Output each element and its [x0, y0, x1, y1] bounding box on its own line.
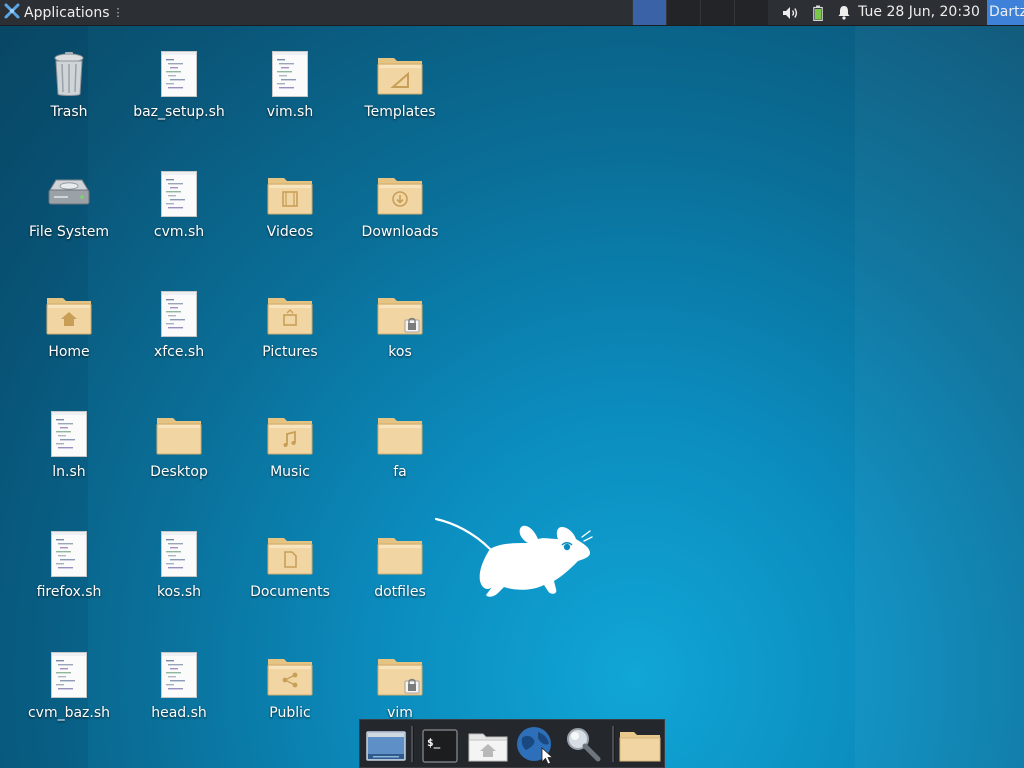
- menu-handle-icon: ⋮: [112, 6, 124, 19]
- folder-button[interactable]: [618, 724, 662, 764]
- folder-icon: [377, 410, 423, 460]
- dock-separator: [612, 726, 615, 762]
- desktop-icon-label: head.sh: [151, 705, 207, 721]
- downloads-folder-icon: [377, 170, 423, 220]
- terminal-prompt: $_: [427, 736, 441, 749]
- script-file-icon: [159, 290, 199, 340]
- desktop-icon-label: xfce.sh: [153, 344, 205, 360]
- documents-folder-icon: [267, 530, 313, 580]
- locked-folder-icon: [377, 290, 423, 340]
- wallpaper-band: [855, 26, 1024, 768]
- desktop-icon-label: vim.sh: [266, 104, 314, 120]
- desktop-icon-label: Documents: [250, 584, 330, 600]
- home-folder-button[interactable]: [466, 724, 510, 764]
- desktop-icon-file-system[interactable]: File System: [14, 170, 124, 270]
- script-file-icon: [49, 530, 89, 580]
- desktop-icon-label: Downloads: [361, 224, 439, 240]
- search-button[interactable]: [562, 724, 606, 764]
- desktop-icon-pictures[interactable]: Pictures: [235, 290, 345, 390]
- desktop-icon-ln-sh[interactable]: ln.sh: [14, 410, 124, 510]
- desktop-icon-label: fa: [393, 464, 407, 480]
- desktop-icon-label: ln.sh: [52, 464, 86, 480]
- desktop-icon-music[interactable]: Music: [235, 410, 345, 510]
- applications-menu-button[interactable]: Applications ⋮: [0, 0, 128, 25]
- script-file-icon: [159, 651, 199, 701]
- user-menu-button[interactable]: Dartz: [987, 0, 1024, 25]
- desktop-icon-label: baz_setup.sh: [133, 104, 225, 120]
- battery-icon[interactable]: [808, 0, 828, 25]
- desktop-icon-documents[interactable]: Documents: [235, 530, 345, 630]
- desktop-icon-kos[interactable]: kos: [345, 290, 455, 390]
- desktop-icon-downloads[interactable]: Downloads: [345, 170, 455, 270]
- desktop-icon-fa[interactable]: fa: [345, 410, 455, 510]
- desktop-icon-label: Trash: [50, 104, 88, 120]
- desktop-icon-baz-setup-sh[interactable]: baz_setup.sh: [124, 50, 234, 150]
- trash-icon: [49, 50, 89, 100]
- locked-folder-icon: [377, 651, 423, 701]
- applications-label: Applications: [24, 4, 110, 21]
- desktop-icon-videos[interactable]: Videos: [235, 170, 345, 270]
- hard-drive-icon: [46, 170, 90, 220]
- desktop-icon-firefox-sh[interactable]: firefox.sh: [14, 530, 124, 630]
- workspace-4[interactable]: [734, 0, 768, 25]
- music-folder-icon: [267, 410, 313, 460]
- desktop-icon-trash[interactable]: Trash: [14, 50, 124, 150]
- desktop-icon-kos-sh[interactable]: kos.sh: [124, 530, 234, 630]
- dock-panel: $_: [359, 719, 665, 768]
- workspace-3[interactable]: [700, 0, 734, 25]
- desktop-icon-desktop[interactable]: Desktop: [124, 410, 234, 510]
- show-desktop-button[interactable]: [364, 724, 408, 764]
- dock-separator: [411, 726, 414, 762]
- bell-icon[interactable]: [834, 0, 854, 25]
- desktop-icon-head-sh[interactable]: head.sh: [124, 651, 234, 751]
- terminal-button[interactable]: $_: [418, 724, 462, 764]
- folder-icon: [156, 410, 202, 460]
- script-file-icon: [270, 50, 310, 100]
- pictures-folder-icon: [267, 290, 313, 340]
- desktop-icon-templates[interactable]: Templates: [345, 50, 455, 150]
- script-file-icon: [159, 170, 199, 220]
- xfce-mouse-icon: [434, 515, 594, 600]
- desktop-icon-label: Templates: [364, 104, 436, 120]
- script-file-icon: [49, 410, 89, 460]
- script-file-icon: [159, 50, 199, 100]
- workspace-2[interactable]: [666, 0, 700, 25]
- home-folder-icon: [46, 290, 92, 340]
- desktop-icon-xfce-sh[interactable]: xfce.sh: [124, 290, 234, 390]
- script-file-icon: [159, 530, 199, 580]
- desktop-icon-label: Music: [270, 464, 310, 480]
- desktop-icon-label: Desktop: [150, 464, 208, 480]
- desktop-icon-label: kos.sh: [156, 584, 202, 600]
- volume-icon[interactable]: [780, 0, 802, 25]
- desktop-icon-home[interactable]: Home: [14, 290, 124, 390]
- folder-icon: [377, 530, 423, 580]
- desktop-icon-label: Public: [269, 705, 311, 721]
- web-browser-button[interactable]: [514, 724, 558, 765]
- desktop-icon-label: File System: [28, 224, 110, 240]
- workspace-1[interactable]: [632, 0, 666, 25]
- top-panel: Applications ⋮ Tue 28 Jun, 20:30 Dartz: [0, 0, 1024, 26]
- desktop-icon-label: Videos: [266, 224, 314, 240]
- desktop-icon-label: Pictures: [262, 344, 318, 360]
- clock[interactable]: Tue 28 Jun, 20:30: [857, 0, 981, 25]
- videos-folder-icon: [267, 170, 313, 220]
- desktop-icon-cvm-baz-sh[interactable]: cvm_baz.sh: [14, 651, 124, 751]
- desktop-icon-label: Home: [48, 344, 90, 360]
- desktop-icon-label: cvm_baz.sh: [27, 705, 111, 721]
- templates-folder-icon: [377, 50, 423, 100]
- desktop-icon-label: kos: [388, 344, 412, 360]
- desktop-icon-label: cvm.sh: [153, 224, 205, 240]
- desktop-icon-vim-sh[interactable]: vim.sh: [235, 50, 345, 150]
- desktop-icon-label: firefox.sh: [36, 584, 102, 600]
- public-folder-icon: [267, 651, 313, 701]
- desktop-icon-public[interactable]: Public: [235, 651, 345, 751]
- desktop-icon-cvm-sh[interactable]: cvm.sh: [124, 170, 234, 270]
- script-file-icon: [49, 651, 89, 701]
- xfce-logo-icon: [4, 3, 20, 23]
